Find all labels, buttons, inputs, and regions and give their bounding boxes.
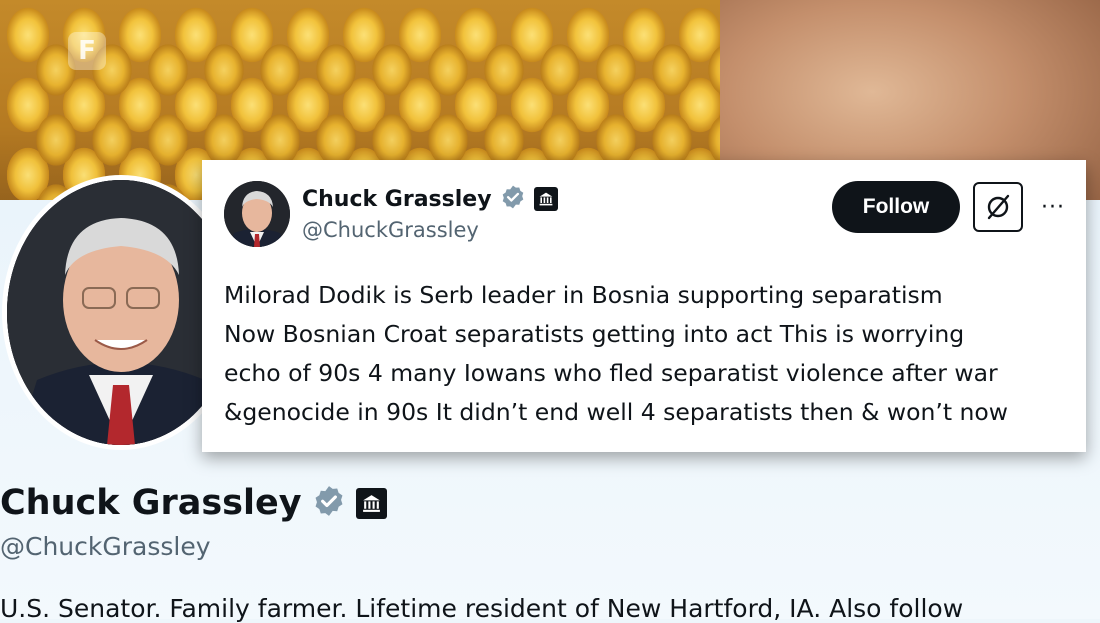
tweet-text-line: echo of 90s 4 many Iowans who fled separ… (224, 359, 998, 387)
tweet-text-line: Now Bosnian Croat separatists getting in… (224, 320, 965, 348)
tweet-text: Milorad Dodik is Serb leader in Bosnia s… (224, 276, 1076, 432)
tweet-author-avatar[interactable] (224, 181, 290, 247)
profile-handle: @ChuckGrassley (0, 532, 211, 561)
tweet-author-avatar-photo (224, 181, 290, 247)
profile-name-row: Chuck Grassley (0, 480, 387, 526)
verified-badge-icon[interactable] (500, 184, 526, 214)
tweet-text-line: &genocide in 90s It didn’t end well 4 se… (224, 398, 1009, 426)
tweet-author-name-row: Chuck Grassley (302, 184, 558, 214)
tweet-text-line: Milorad Dodik is Serb leader in Bosnia s… (224, 281, 943, 309)
government-building-icon[interactable] (533, 187, 558, 211)
tweet-author-name[interactable]: Chuck Grassley (302, 187, 492, 212)
tweet-card: Chuck Grassley @ChuckGrassley Follow ···… (202, 160, 1086, 452)
profile-name: Chuck Grassley (0, 483, 302, 523)
channel-watermark-logo: F (68, 32, 106, 70)
profile-avatar-photo (7, 180, 235, 445)
more-options-icon[interactable]: ··· (1038, 192, 1068, 222)
government-building-icon[interactable] (355, 487, 387, 519)
grok-icon[interactable] (973, 182, 1023, 232)
tweet-author-handle[interactable]: @ChuckGrassley (302, 218, 479, 242)
verified-badge-icon[interactable] (312, 484, 346, 522)
follow-button[interactable]: Follow (832, 181, 960, 233)
